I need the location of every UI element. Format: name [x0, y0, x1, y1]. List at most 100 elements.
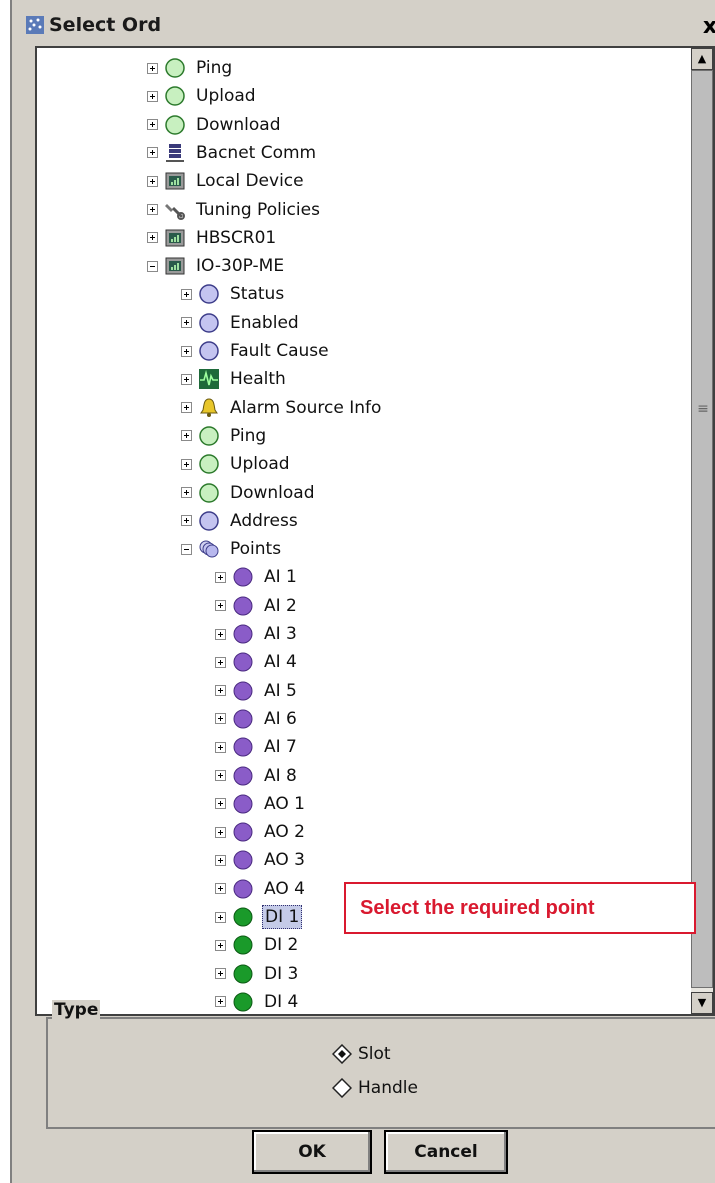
- ok-button[interactable]: OK: [252, 1130, 372, 1174]
- tree-node-label[interactable]: AO 1: [262, 793, 307, 815]
- expand-icon[interactable]: [181, 458, 192, 470]
- tree-node-label[interactable]: AO 4: [262, 878, 307, 900]
- tree-node[interactable]: AO 3: [215, 846, 307, 874]
- expand-icon[interactable]: [147, 119, 158, 131]
- expand-icon[interactable]: [215, 826, 226, 838]
- expand-icon[interactable]: [215, 628, 226, 640]
- tree-node-label[interactable]: AO 2: [262, 821, 307, 843]
- expand-icon[interactable]: [215, 883, 226, 895]
- tree-node-label[interactable]: Health: [228, 368, 288, 390]
- cancel-button[interactable]: Cancel: [384, 1130, 508, 1174]
- tree-node[interactable]: DI 1: [215, 903, 303, 931]
- tree-node-label[interactable]: Bacnet Comm: [194, 142, 318, 164]
- tree-node[interactable]: Upload: [181, 450, 292, 478]
- tree-node[interactable]: Fault Cause: [181, 337, 331, 365]
- tree-node-label[interactable]: DI 1: [262, 905, 303, 929]
- tree-node[interactable]: DI 2: [215, 931, 300, 959]
- tree-node-label[interactable]: AI 4: [262, 651, 299, 673]
- tree-node-label[interactable]: Alarm Source Info: [228, 397, 383, 419]
- tree-node[interactable]: Upload: [147, 82, 258, 110]
- tree-node-label[interactable]: Tuning Policies: [194, 199, 322, 221]
- expand-icon[interactable]: [215, 571, 226, 583]
- expand-icon[interactable]: [147, 147, 158, 159]
- tree-node[interactable]: IO-30P-ME: [147, 252, 286, 280]
- expand-icon[interactable]: [181, 373, 192, 385]
- ord-tree[interactable]: Ping Upload Download Bacnet Comm Local Devic…: [35, 46, 715, 1016]
- tree-node[interactable]: Local Device: [147, 167, 306, 195]
- expand-icon[interactable]: [215, 798, 226, 810]
- tree-node-label[interactable]: AI 2: [262, 595, 299, 617]
- expand-icon[interactable]: [147, 90, 158, 102]
- tree-node-label[interactable]: HBSCR01: [194, 227, 278, 249]
- tree-node-label[interactable]: AI 5: [262, 680, 299, 702]
- expand-icon[interactable]: [215, 656, 226, 668]
- expand-icon[interactable]: [215, 854, 226, 866]
- tree-node[interactable]: AO 4: [215, 875, 307, 903]
- expand-icon[interactable]: [215, 685, 226, 697]
- tree-node[interactable]: Download: [181, 479, 317, 507]
- tree-node-label[interactable]: Download: [194, 114, 283, 136]
- tree-node[interactable]: AI 3: [215, 620, 299, 648]
- expand-icon[interactable]: [147, 62, 158, 74]
- tree-node[interactable]: Points: [181, 535, 283, 563]
- tree-node-label[interactable]: Enabled: [228, 312, 301, 334]
- close-icon[interactable]: x: [699, 14, 715, 39]
- expand-icon[interactable]: [215, 939, 226, 951]
- tree-node[interactable]: Address: [181, 507, 300, 535]
- expand-icon[interactable]: [181, 430, 192, 442]
- tree-node[interactable]: Health: [181, 365, 288, 393]
- tree-node[interactable]: Ping: [147, 54, 234, 82]
- expand-icon[interactable]: [215, 713, 226, 725]
- tree-node[interactable]: AO 1: [215, 790, 307, 818]
- tree-node[interactable]: AI 2: [215, 592, 299, 620]
- tree-node[interactable]: AI 6: [215, 705, 299, 733]
- collapse-icon[interactable]: [181, 543, 192, 555]
- tree-node-label[interactable]: Download: [228, 482, 317, 504]
- tree-node-label[interactable]: AI 3: [262, 623, 299, 645]
- expand-icon[interactable]: [147, 204, 158, 215]
- tree-node[interactable]: Tuning Policies: [147, 196, 322, 224]
- expand-icon[interactable]: [215, 968, 226, 980]
- collapse-icon[interactable]: [147, 260, 158, 272]
- tree-node-label[interactable]: DI 2: [262, 934, 300, 956]
- tree-node-label[interactable]: AO 3: [262, 849, 307, 871]
- scroll-up-icon[interactable]: ▲: [691, 48, 713, 70]
- tree-node-label[interactable]: AI 1: [262, 566, 299, 588]
- expand-icon[interactable]: [215, 911, 226, 923]
- expand-icon[interactable]: [181, 402, 192, 414]
- tree-node[interactable]: Download: [147, 111, 283, 139]
- expand-icon[interactable]: [181, 288, 192, 300]
- tree-node-label[interactable]: Upload: [228, 453, 292, 475]
- tree-node-label[interactable]: DI 3: [262, 963, 300, 985]
- tree-node-label[interactable]: Address: [228, 510, 300, 532]
- expand-icon[interactable]: [181, 515, 192, 527]
- tree-node-label[interactable]: Points: [228, 538, 283, 560]
- expand-icon[interactable]: [215, 741, 226, 753]
- radio-handle[interactable]: Handle: [332, 1078, 418, 1098]
- tree-node-label[interactable]: Upload: [194, 85, 258, 107]
- tree-node-label[interactable]: AI 6: [262, 708, 299, 730]
- tree-node[interactable]: Ping: [181, 422, 268, 450]
- tree-node[interactable]: AI 8: [215, 762, 299, 790]
- tree-node[interactable]: DI 3: [215, 960, 300, 988]
- tree-node[interactable]: AI 1: [215, 563, 299, 591]
- vertical-scrollbar[interactable]: ▲ ≡ ▼: [691, 48, 713, 1014]
- tree-node-label[interactable]: Ping: [228, 425, 268, 447]
- tree-node[interactable]: HBSCR01: [147, 224, 278, 252]
- tree-node[interactable]: Status: [181, 280, 286, 308]
- tree-node-label[interactable]: IO-30P-ME: [194, 255, 286, 277]
- tree-node-label[interactable]: Ping: [194, 57, 234, 79]
- radio-slot[interactable]: Slot: [332, 1044, 391, 1064]
- tree-node[interactable]: AI 4: [215, 648, 299, 676]
- tree-node-label[interactable]: AI 7: [262, 736, 299, 758]
- expand-icon[interactable]: [181, 345, 192, 357]
- tree-node-label[interactable]: Fault Cause: [228, 340, 331, 362]
- expand-icon[interactable]: [181, 317, 192, 329]
- tree-node[interactable]: AO 2: [215, 818, 307, 846]
- tree-node[interactable]: Bacnet Comm: [147, 139, 318, 167]
- expand-icon[interactable]: [181, 487, 192, 498]
- expand-icon[interactable]: [147, 232, 158, 244]
- tree-node-label[interactable]: Local Device: [194, 170, 306, 192]
- tree-node[interactable]: AI 5: [215, 677, 299, 705]
- tree-node[interactable]: Enabled: [181, 309, 301, 337]
